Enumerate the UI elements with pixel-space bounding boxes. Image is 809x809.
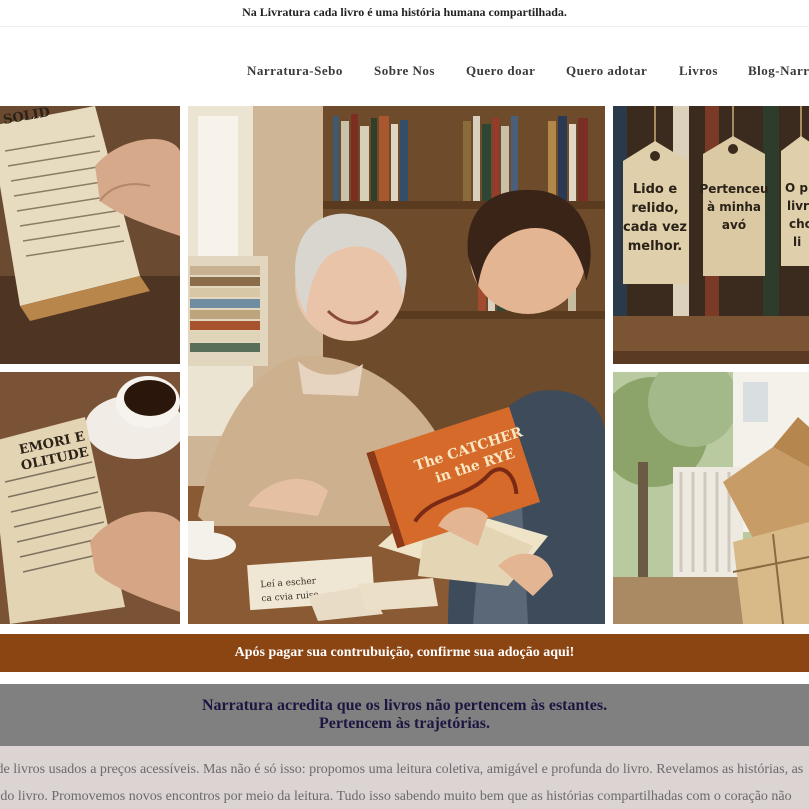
nav-item-narratura-sebo[interactable]: Narratura-Sebo [247,63,343,79]
photo-book-tags: Lido e relido, cada vez melhor. Pertence… [613,106,809,364]
tagline-line-2: Pertencem às trajetórias. [318,715,491,732]
tag2-line1: Pertenceu [699,182,768,196]
photo-grandmother-grandson: The CATCHER in the RYE Leí a escher ca c… [188,106,605,624]
tag3-line4: li [793,235,801,249]
photo-collage: SOLID EMORI E OLITUDE The CATCHER in the… [0,106,809,624]
tag1-line4: melhor. [628,239,683,254]
tag2-line3: avó [722,218,746,232]
nav-item-quero-doar[interactable]: Quero doar [466,63,535,79]
photo-porch-package [613,372,809,624]
tagline-line-1: Narratura acredita que os livros não per… [201,697,608,714]
tag1-line3: cada vez [623,220,687,235]
tag1-line2: relido, [631,201,678,216]
tag3-line1: O pri [785,181,809,195]
main-nav: Narratura-Sebo Sobre Nos Quero doar Quer… [0,26,809,107]
tag3-line3: cho [789,217,809,231]
tagline-section: Narratura acredita que os livros não per… [0,684,809,746]
confirm-adoption-banner[interactable]: Após pagar sua contrubuição, confirme su… [0,634,809,672]
tag2-line2: à minha [707,200,761,214]
nav-item-livros[interactable]: Livros [679,63,718,79]
nav-item-quero-adotar[interactable]: Quero adotar [566,63,647,79]
top-announcement: Na Livratura cada livro é uma história h… [0,0,809,26]
nav-item-blog[interactable]: Blog-Narr [748,63,809,79]
intro-line-1: o de livros usados a preços acessíveis. … [0,762,804,777]
photo-coffee-book: EMORI E OLITUDE [0,372,180,624]
photo-reading-hand-top: SOLID [0,106,180,364]
intro-line-2: io do livro. Promovemos novos encontros … [0,789,792,804]
tag1-line1: Lido e [633,182,678,197]
intro-paragraph: o de livros usados a preços acessíveis. … [0,746,809,809]
nav-item-sobre-nos[interactable]: Sobre Nos [374,63,435,79]
tag3-line2: livro [787,199,809,213]
